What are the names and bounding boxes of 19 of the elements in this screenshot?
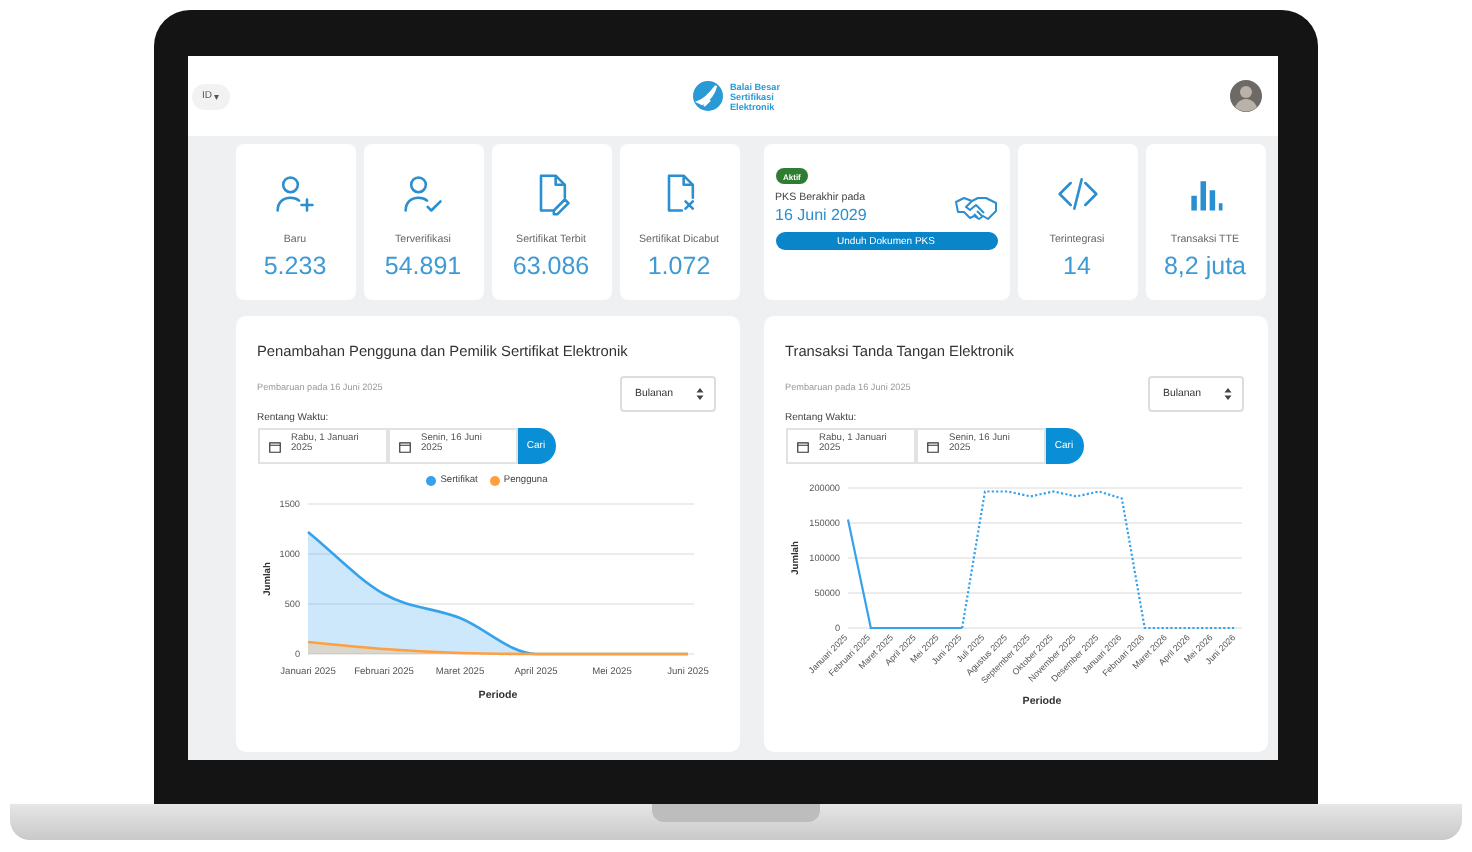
sort-arrows-icon (1223, 388, 1231, 400)
stat-value: 54.891 (384, 252, 462, 280)
calendar-icon (397, 439, 411, 453)
calendar-icon (925, 439, 939, 453)
calendar-icon (795, 439, 809, 453)
stat-value: 5.233 (263, 252, 327, 280)
logo-icon (691, 80, 724, 112)
sort-arrows-icon (695, 388, 703, 400)
stat-value: 14 (1063, 252, 1091, 280)
calendar-icon (267, 439, 281, 453)
stat-value: 63.086 (512, 252, 590, 280)
user-add-icon (273, 172, 317, 216)
stat-value: 8,2 juta (1163, 252, 1246, 280)
user-check-icon (401, 172, 445, 216)
handshake-icon (953, 194, 997, 222)
stat-value: 1.072 (647, 252, 711, 280)
avatar[interactable] (1230, 80, 1262, 112)
code-icon (1055, 172, 1099, 216)
contract-date: 16 Juni 2029 (775, 206, 867, 224)
